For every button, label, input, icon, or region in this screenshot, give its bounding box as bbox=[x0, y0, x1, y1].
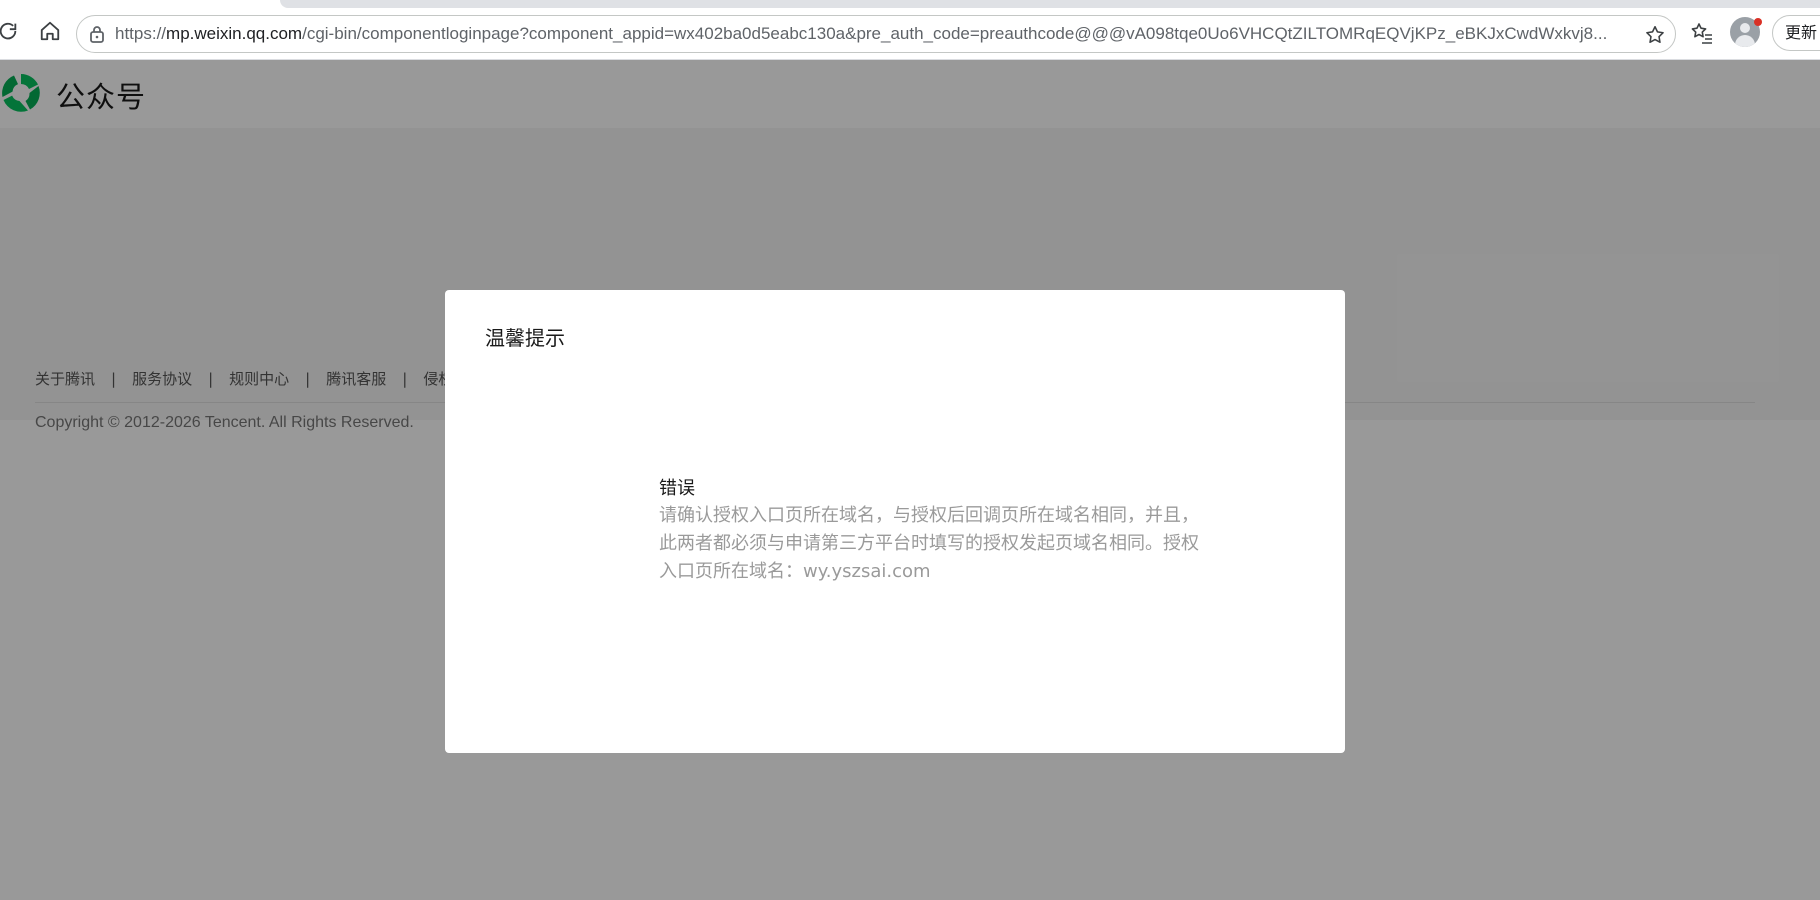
star-icon bbox=[1646, 25, 1664, 44]
avatar-body bbox=[1735, 35, 1755, 47]
url-path: /cgi-bin/componentloginpage?component_ap… bbox=[302, 24, 1608, 43]
url-host: mp.weixin.qq.com bbox=[166, 24, 303, 43]
browser-toolbar: https://mp.weixin.qq.com/cgi-bin/compone… bbox=[0, 0, 1820, 60]
error-message: 请确认授权入口页所在域名，与授权后回调页所在域名相同，并且，此两者都必须与申请第… bbox=[659, 505, 1199, 582]
url-text[interactable]: https://mp.weixin.qq.com/cgi-bin/compone… bbox=[115, 16, 1635, 52]
bookmark-button[interactable] bbox=[1643, 23, 1667, 47]
home-button[interactable] bbox=[36, 17, 64, 45]
error-title: 错误 bbox=[659, 478, 695, 499]
favorites-button[interactable] bbox=[1688, 19, 1716, 47]
url-prefix: https:// bbox=[115, 24, 167, 43]
update-button[interactable]: 更新 bbox=[1772, 15, 1820, 51]
avatar-icon bbox=[1740, 23, 1750, 33]
reload-button[interactable] bbox=[0, 17, 22, 45]
tab-strip bbox=[280, 0, 1820, 8]
home-icon bbox=[40, 21, 60, 41]
dialog-body: 错误 请确认授权入口页所在域名，与授权后回调页所在域名相同，并且，此两者都必须与… bbox=[659, 476, 1209, 586]
favorites-icon bbox=[1691, 23, 1712, 44]
alert-dialog: 温馨提示 错误 请确认授权入口页所在域名，与授权后回调页所在域名相同，并且，此两… bbox=[445, 290, 1345, 753]
dialog-title: 温馨提示 bbox=[485, 326, 565, 350]
lock-icon bbox=[90, 26, 104, 43]
notification-dot bbox=[1754, 18, 1762, 26]
address-bar[interactable]: https://mp.weixin.qq.com/cgi-bin/compone… bbox=[76, 15, 1676, 53]
site-info-button[interactable] bbox=[87, 24, 107, 44]
reload-icon bbox=[0, 22, 17, 40]
